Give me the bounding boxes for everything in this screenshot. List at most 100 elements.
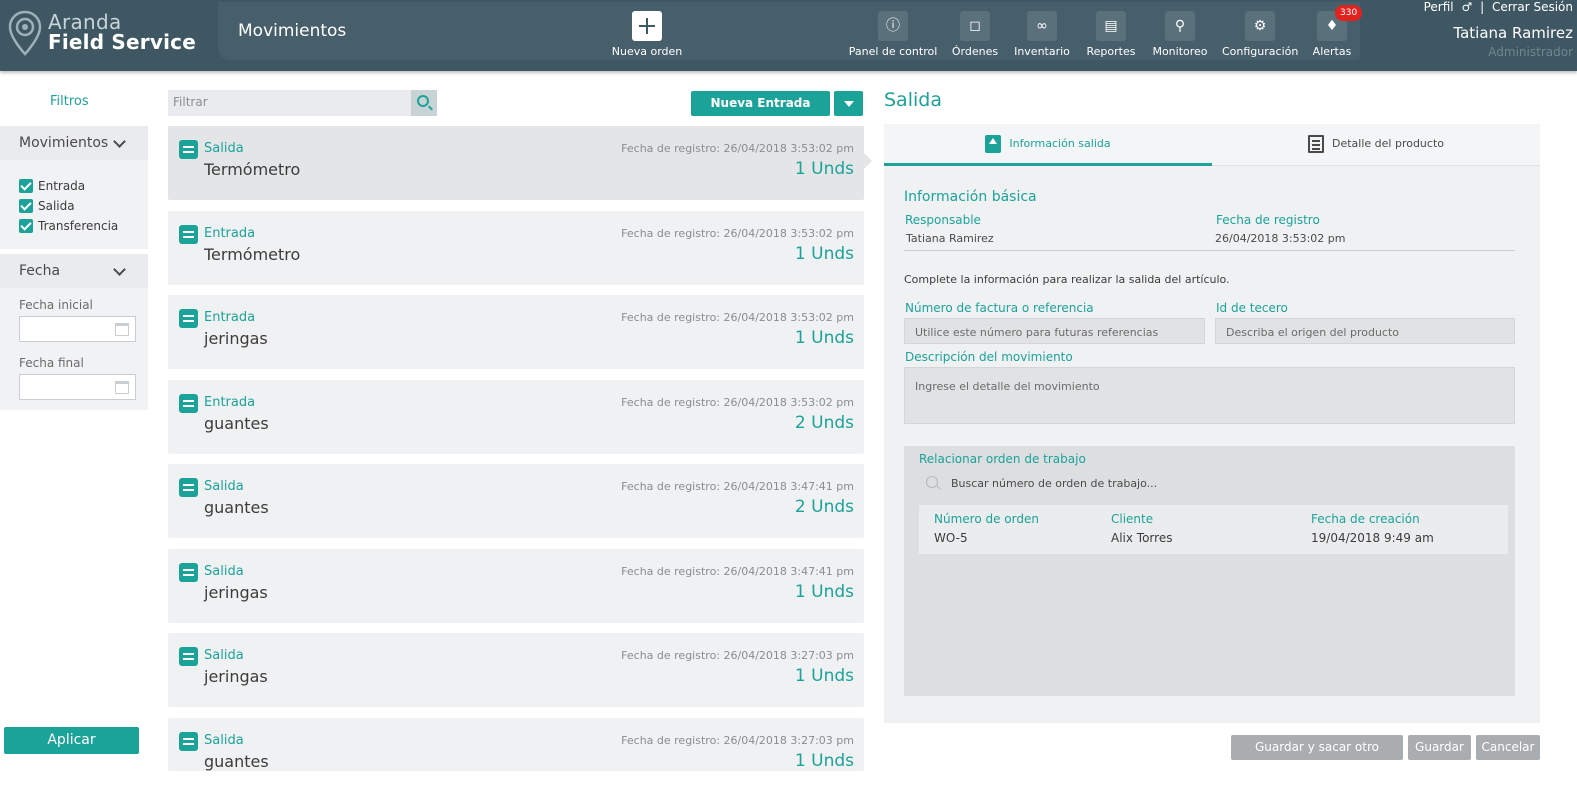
nav-ordenes[interactable]: ◻ Órdenes bbox=[946, 11, 1004, 58]
third-id-input[interactable]: Describa el origen del producto bbox=[1215, 318, 1515, 344]
profile-link[interactable]: Perfil bbox=[1424, 0, 1454, 14]
filters-sidebar: Filtros Movimientos Entrada Salida Trans… bbox=[0, 71, 148, 771]
search-icon bbox=[926, 476, 938, 488]
movement-card[interactable]: Salida jeringas Fecha de registro: 26/04… bbox=[168, 549, 864, 623]
start-date-label: Fecha inicial bbox=[19, 298, 93, 312]
description-textarea[interactable]: Ingrese el detalle del movimiento bbox=[904, 367, 1515, 424]
alerts-count-badge: 330 bbox=[1335, 5, 1363, 21]
checkbox-label: Entrada bbox=[38, 179, 86, 193]
apply-button[interactable]: Aplicar bbox=[4, 727, 139, 754]
user-links: Perfil ♂ | Cerrar Sesión bbox=[1420, 0, 1573, 14]
movement-product: guantes bbox=[204, 752, 269, 771]
checkbox-salida[interactable]: Salida bbox=[0, 196, 148, 216]
plus-icon bbox=[632, 11, 662, 41]
nav-alertas[interactable]: ♦ Alertas 330 bbox=[1307, 5, 1363, 58]
movement-product: Termómetro bbox=[204, 160, 301, 179]
nav-panel-de-control[interactable]: ⓘ Panel de control bbox=[848, 11, 938, 58]
checkbox-label: Salida bbox=[38, 199, 75, 213]
date-panel: Fecha Fecha inicial Fecha final bbox=[0, 254, 148, 410]
movement-date: Fecha de registro: 26/04/2018 3:47:41 pm bbox=[621, 480, 854, 493]
tab-detalle-producto[interactable]: Detalle del producto bbox=[1212, 124, 1540, 166]
checkbox-entrada[interactable]: Entrada bbox=[0, 176, 148, 196]
nav-inventario[interactable]: ∞ Inventario bbox=[1011, 11, 1073, 58]
calendar-icon[interactable] bbox=[115, 381, 129, 394]
new-entry-dropdown-button[interactable] bbox=[834, 91, 863, 116]
map-pin-icon: ⚲ bbox=[1165, 11, 1195, 41]
movement-type: Salida bbox=[204, 733, 244, 748]
column-header: Número de orden bbox=[934, 512, 1039, 526]
separator: | bbox=[1480, 0, 1485, 14]
nav-monitoreo[interactable]: ⚲ Monitoreo bbox=[1148, 11, 1212, 58]
created-date-cell[interactable]: 19/04/2018 9:49 am bbox=[1311, 531, 1434, 545]
movement-qty: 2 Unds bbox=[794, 413, 854, 433]
movement-product: jeringas bbox=[204, 667, 268, 686]
column-header: Fecha de creación bbox=[1311, 512, 1420, 526]
transfer-arrows-icon bbox=[179, 140, 198, 159]
order-number-cell[interactable]: WO-5 bbox=[934, 531, 968, 545]
movements-panel-title: Movimientos bbox=[19, 135, 109, 151]
transfer-arrows-icon bbox=[179, 563, 198, 582]
movement-card[interactable]: Salida guantes Fecha de registro: 26/04/… bbox=[168, 718, 864, 771]
detail-form: Información básica Responsable Tatiana R… bbox=[884, 166, 1540, 723]
movement-card[interactable]: Salida Termómetro Fecha de registro: 26/… bbox=[168, 126, 872, 200]
movement-qty: 1 Unds bbox=[794, 582, 854, 602]
transfer-arrows-icon bbox=[179, 478, 198, 497]
upload-icon bbox=[985, 135, 1002, 153]
save-and-next-button[interactable]: Guardar y sacar otro producto bbox=[1231, 735, 1403, 779]
work-order-table: Número de orden Cliente Fecha de creació… bbox=[919, 505, 1508, 554]
movement-type: Salida bbox=[204, 479, 244, 494]
tab-informacion-salida[interactable]: Información salida bbox=[884, 124, 1212, 166]
date-panel-header[interactable]: Fecha bbox=[0, 254, 148, 288]
transfer-arrows-icon bbox=[179, 647, 198, 666]
search-button[interactable] bbox=[411, 90, 437, 116]
cancel-button[interactable]: Cancelar bbox=[1476, 735, 1540, 760]
movement-card[interactable]: Entrada jeringas Fecha de registro: 26/0… bbox=[168, 295, 864, 369]
movements-panel-header[interactable]: Movimientos bbox=[0, 126, 148, 160]
tab-label: Información salida bbox=[1009, 137, 1111, 150]
nav-configuracion[interactable]: ⚙ Configuración bbox=[1222, 11, 1298, 58]
movement-type: Salida bbox=[204, 648, 244, 663]
transfer-arrows-icon bbox=[179, 394, 198, 413]
new-order-button[interactable]: Nueva orden bbox=[602, 11, 692, 58]
checkbox-checked-icon[interactable] bbox=[19, 179, 33, 193]
movement-card[interactable]: Entrada guantes Fecha de registro: 26/04… bbox=[168, 380, 864, 454]
detail-tabs: Información salida Detalle del producto bbox=[884, 124, 1540, 166]
window-icon: ◻ bbox=[960, 11, 990, 41]
nav-label: Configuración bbox=[1222, 45, 1299, 58]
movement-card[interactable]: Entrada Termómetro Fecha de registro: 26… bbox=[168, 211, 864, 285]
form-hint: Complete la información para realizar la… bbox=[904, 273, 1230, 286]
end-date-input[interactable] bbox=[19, 374, 136, 400]
checkbox-transferencia[interactable]: Transferencia bbox=[0, 216, 148, 236]
third-id-label: Id de tecero bbox=[1216, 301, 1288, 315]
column-header: Cliente bbox=[1111, 512, 1154, 526]
filter-input[interactable]: Filtrar bbox=[173, 95, 208, 109]
start-date-input[interactable] bbox=[19, 316, 136, 342]
client-cell[interactable]: Alix Torres bbox=[1111, 531, 1172, 545]
movement-date: Fecha de registro: 26/04/2018 3:53:02 pm bbox=[621, 396, 854, 409]
location-pin-icon bbox=[8, 10, 42, 56]
movement-qty: 1 Unds bbox=[794, 328, 854, 348]
reg-date-label: Fecha de registro bbox=[1216, 213, 1320, 227]
brand-logo[interactable]: Aranda Field Service bbox=[8, 8, 218, 58]
nav-reportes[interactable]: ▤ Reportes bbox=[1082, 11, 1140, 58]
checkbox-checked-icon[interactable] bbox=[19, 219, 33, 233]
invoice-input[interactable]: Utilice este número para futuras referen… bbox=[904, 318, 1205, 344]
movement-card[interactable]: Salida guantes Fecha de registro: 26/04/… bbox=[168, 464, 864, 538]
checkbox-checked-icon[interactable] bbox=[19, 199, 33, 213]
work-order-search-input[interactable]: Buscar número de orden de trabajo... bbox=[951, 477, 1157, 490]
transfer-arrows-icon bbox=[179, 309, 198, 328]
calendar-icon[interactable] bbox=[115, 323, 129, 336]
report-icon: ▤ bbox=[1096, 11, 1126, 41]
new-order-label: Nueva orden bbox=[611, 45, 683, 58]
nav-label: Monitoreo bbox=[1152, 45, 1208, 58]
list-document-icon bbox=[1307, 135, 1324, 153]
description-label: Descripción del movimiento bbox=[905, 350, 1073, 364]
new-entry-button[interactable]: Nueva Entrada bbox=[691, 91, 830, 116]
movement-product: jeringas bbox=[204, 583, 268, 602]
gauge-icon: ⓘ bbox=[878, 11, 908, 41]
save-button[interactable]: Guardar bbox=[1408, 735, 1471, 760]
movement-card[interactable]: Salida jeringas Fecha de registro: 26/04… bbox=[168, 633, 864, 707]
movement-type: Salida bbox=[204, 141, 244, 156]
logout-link[interactable]: Cerrar Sesión bbox=[1492, 0, 1573, 14]
responsible-label: Responsable bbox=[905, 213, 981, 227]
